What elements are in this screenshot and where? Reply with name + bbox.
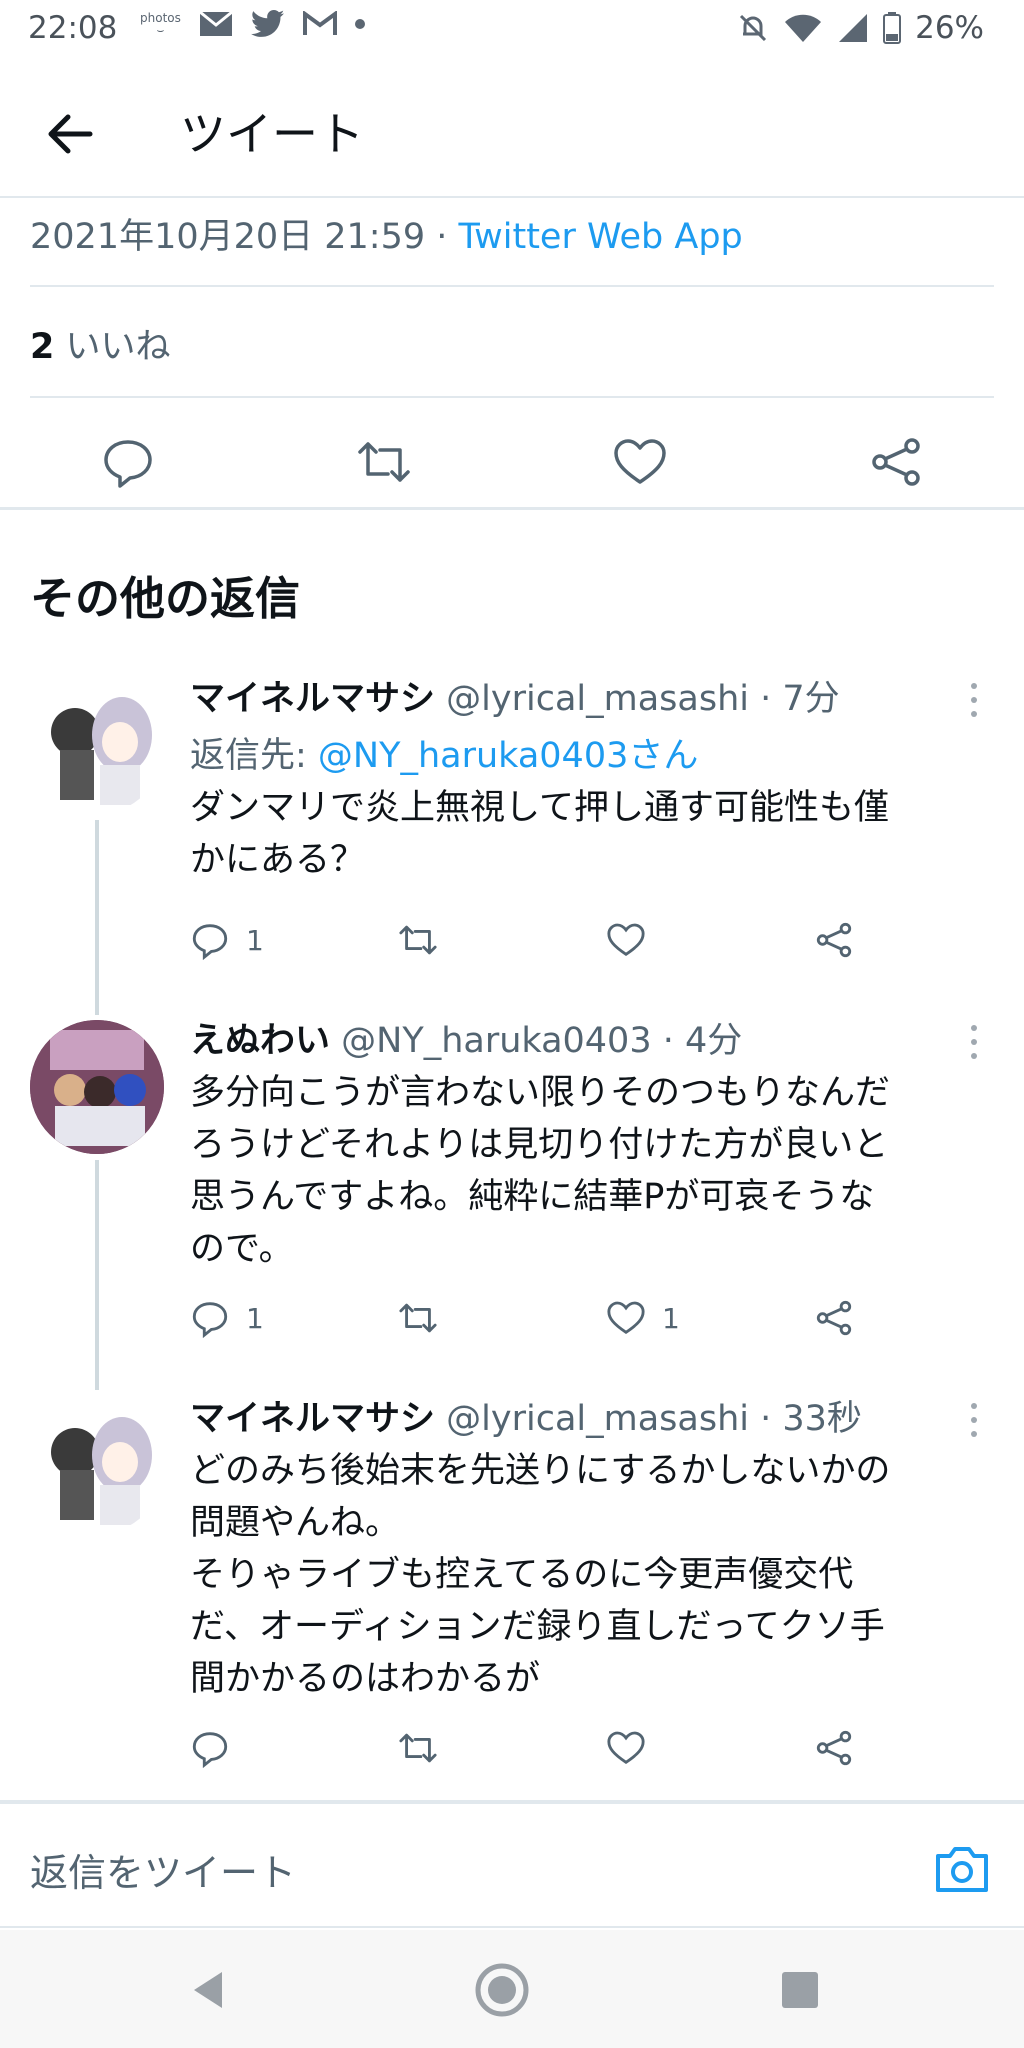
author-handle[interactable]: @lyrical_masashi — [446, 1399, 749, 1439]
nav-home-icon[interactable] — [472, 1960, 532, 2020]
likes-stat[interactable]: 2 いいね — [30, 318, 171, 369]
share-icon — [816, 922, 852, 958]
tweet-timestamp-row: 2021年10月20日 21:59 · Twitter Web App — [30, 208, 743, 259]
camera-icon[interactable] — [934, 1844, 990, 1894]
reply-count: 1 — [246, 1301, 264, 1335]
author-handle[interactable]: @NY_haruka0403 — [341, 1021, 651, 1061]
reply-icon — [192, 924, 228, 960]
author-handle[interactable]: @lyrical_masashi — [446, 679, 749, 719]
share-icon — [816, 1300, 852, 1336]
avatar[interactable] — [30, 1020, 164, 1154]
retweet-icon — [399, 1303, 437, 1333]
retweet-icon — [399, 925, 437, 955]
more-options-icon[interactable] — [964, 1022, 984, 1062]
battery-percent: 26% — [915, 10, 984, 46]
retweet-button[interactable] — [398, 1296, 454, 1340]
like-button[interactable] — [606, 1726, 662, 1770]
signal-icon — [839, 14, 868, 42]
reply-time: · 4分 — [651, 1021, 743, 1061]
share-icon[interactable] — [868, 434, 924, 490]
nav-recents-icon[interactable] — [770, 1960, 830, 2020]
reply-compose-bar[interactable]: 返信をツイート — [0, 1800, 1024, 1928]
anime-avatar-icon — [51, 1417, 152, 1525]
like-count: 1 — [662, 1301, 680, 1335]
reply-button[interactable]: 1 — [190, 918, 264, 962]
tweet-source-link[interactable]: Twitter Web App — [459, 217, 743, 257]
retweet-button[interactable] — [398, 1726, 454, 1770]
reply-icon — [192, 1732, 228, 1768]
system-navigation-bar — [0, 1930, 1024, 2048]
reply-action-bar: 1 — [190, 918, 890, 968]
anime-avatar-icon — [51, 697, 152, 805]
like-heart-icon — [607, 1731, 645, 1765]
share-button[interactable] — [814, 1726, 854, 1770]
avatar[interactable] — [30, 1400, 164, 1534]
do-not-disturb-icon — [740, 14, 767, 42]
like-button[interactable] — [606, 918, 662, 962]
divider — [30, 396, 994, 398]
reply-action-bar: 1 1 — [190, 1296, 890, 1346]
thread-connector-line — [95, 820, 99, 1015]
avatar[interactable] — [30, 680, 164, 814]
page-title: ツイート — [180, 107, 364, 161]
like-heart-icon — [607, 923, 645, 957]
back-arrow-icon[interactable] — [40, 104, 100, 164]
tweet-text: どのみち後始末を先送りにするかしないかの 問題やんね。 そりゃライブも控えてるの… — [190, 1451, 891, 1699]
reply-icon[interactable] — [100, 434, 156, 490]
wifi-icon — [785, 14, 822, 42]
thread-connector-line — [95, 1160, 99, 1390]
likes-label: いいね — [54, 327, 171, 367]
more-options-icon[interactable] — [964, 1400, 984, 1440]
top-app-bar: ツイート — [0, 70, 1024, 198]
author-name[interactable]: マイネルマサシ — [190, 1399, 435, 1439]
mail-icon — [198, 11, 233, 36]
tweet-action-bar — [0, 410, 1024, 510]
divider — [30, 285, 994, 287]
more-notifications-dot-icon — [354, 19, 365, 29]
system-icons: 26% — [737, 10, 984, 46]
figure-photo-avatar-icon — [30, 1020, 164, 1154]
meta-separator: · — [425, 217, 459, 257]
reply-count: 1 — [246, 923, 264, 957]
author-name[interactable]: えぬわい — [190, 1021, 330, 1061]
share-icon — [816, 1730, 852, 1766]
replying-to-label: 返信先: — [190, 736, 318, 776]
more-replies-heading: その他の返信 — [30, 572, 301, 625]
reply-input[interactable]: 返信をツイート — [30, 1842, 296, 1897]
share-button[interactable] — [814, 918, 854, 962]
reply-button[interactable]: 1 — [190, 1296, 264, 1340]
share-button[interactable] — [814, 1296, 854, 1340]
notification-icons: photos ⌣ — [140, 10, 365, 38]
author-name[interactable]: マイネルマサシ — [190, 679, 435, 719]
status-time: 22:08 — [28, 10, 118, 46]
photos-icon: photos ⌣ — [140, 11, 181, 37]
like-heart-icon[interactable] — [612, 434, 668, 490]
mention-link[interactable]: @NY_haruka0403さん — [318, 736, 698, 776]
replying-to: 返信先: @NY_haruka0403さん — [190, 727, 984, 778]
reply-action-bar — [190, 1726, 890, 1776]
reply-icon — [192, 1302, 228, 1338]
more-options-icon[interactable] — [964, 680, 984, 720]
tweet-text: ダンマリで炎上無視して押し通す可能性も僅 かにある？ — [190, 788, 889, 880]
reply-time: · 7分 — [749, 679, 840, 719]
likes-count: 2 — [30, 327, 55, 367]
battery-icon — [883, 12, 902, 44]
gmail-icon — [302, 11, 337, 35]
like-heart-icon — [607, 1301, 645, 1335]
reply-time: · 33秒 — [749, 1399, 862, 1439]
retweet-button[interactable] — [398, 918, 454, 962]
reply-button[interactable] — [190, 1726, 246, 1770]
like-button[interactable]: 1 — [606, 1296, 680, 1340]
twitter-bird-icon — [250, 10, 285, 37]
tweet-datetime: 2021年10月20日 21:59 — [30, 217, 426, 257]
retweet-icon[interactable] — [356, 434, 412, 490]
retweet-icon — [399, 1733, 437, 1763]
status-bar: 22:08 photos ⌣ 26% — [0, 0, 1024, 60]
nav-back-icon[interactable] — [180, 1960, 240, 2020]
tweet-text: 多分向こうが言わない限りそのつもりなんだ ろうけどそれよりは見切り付けた方が良い… — [190, 1073, 891, 1269]
